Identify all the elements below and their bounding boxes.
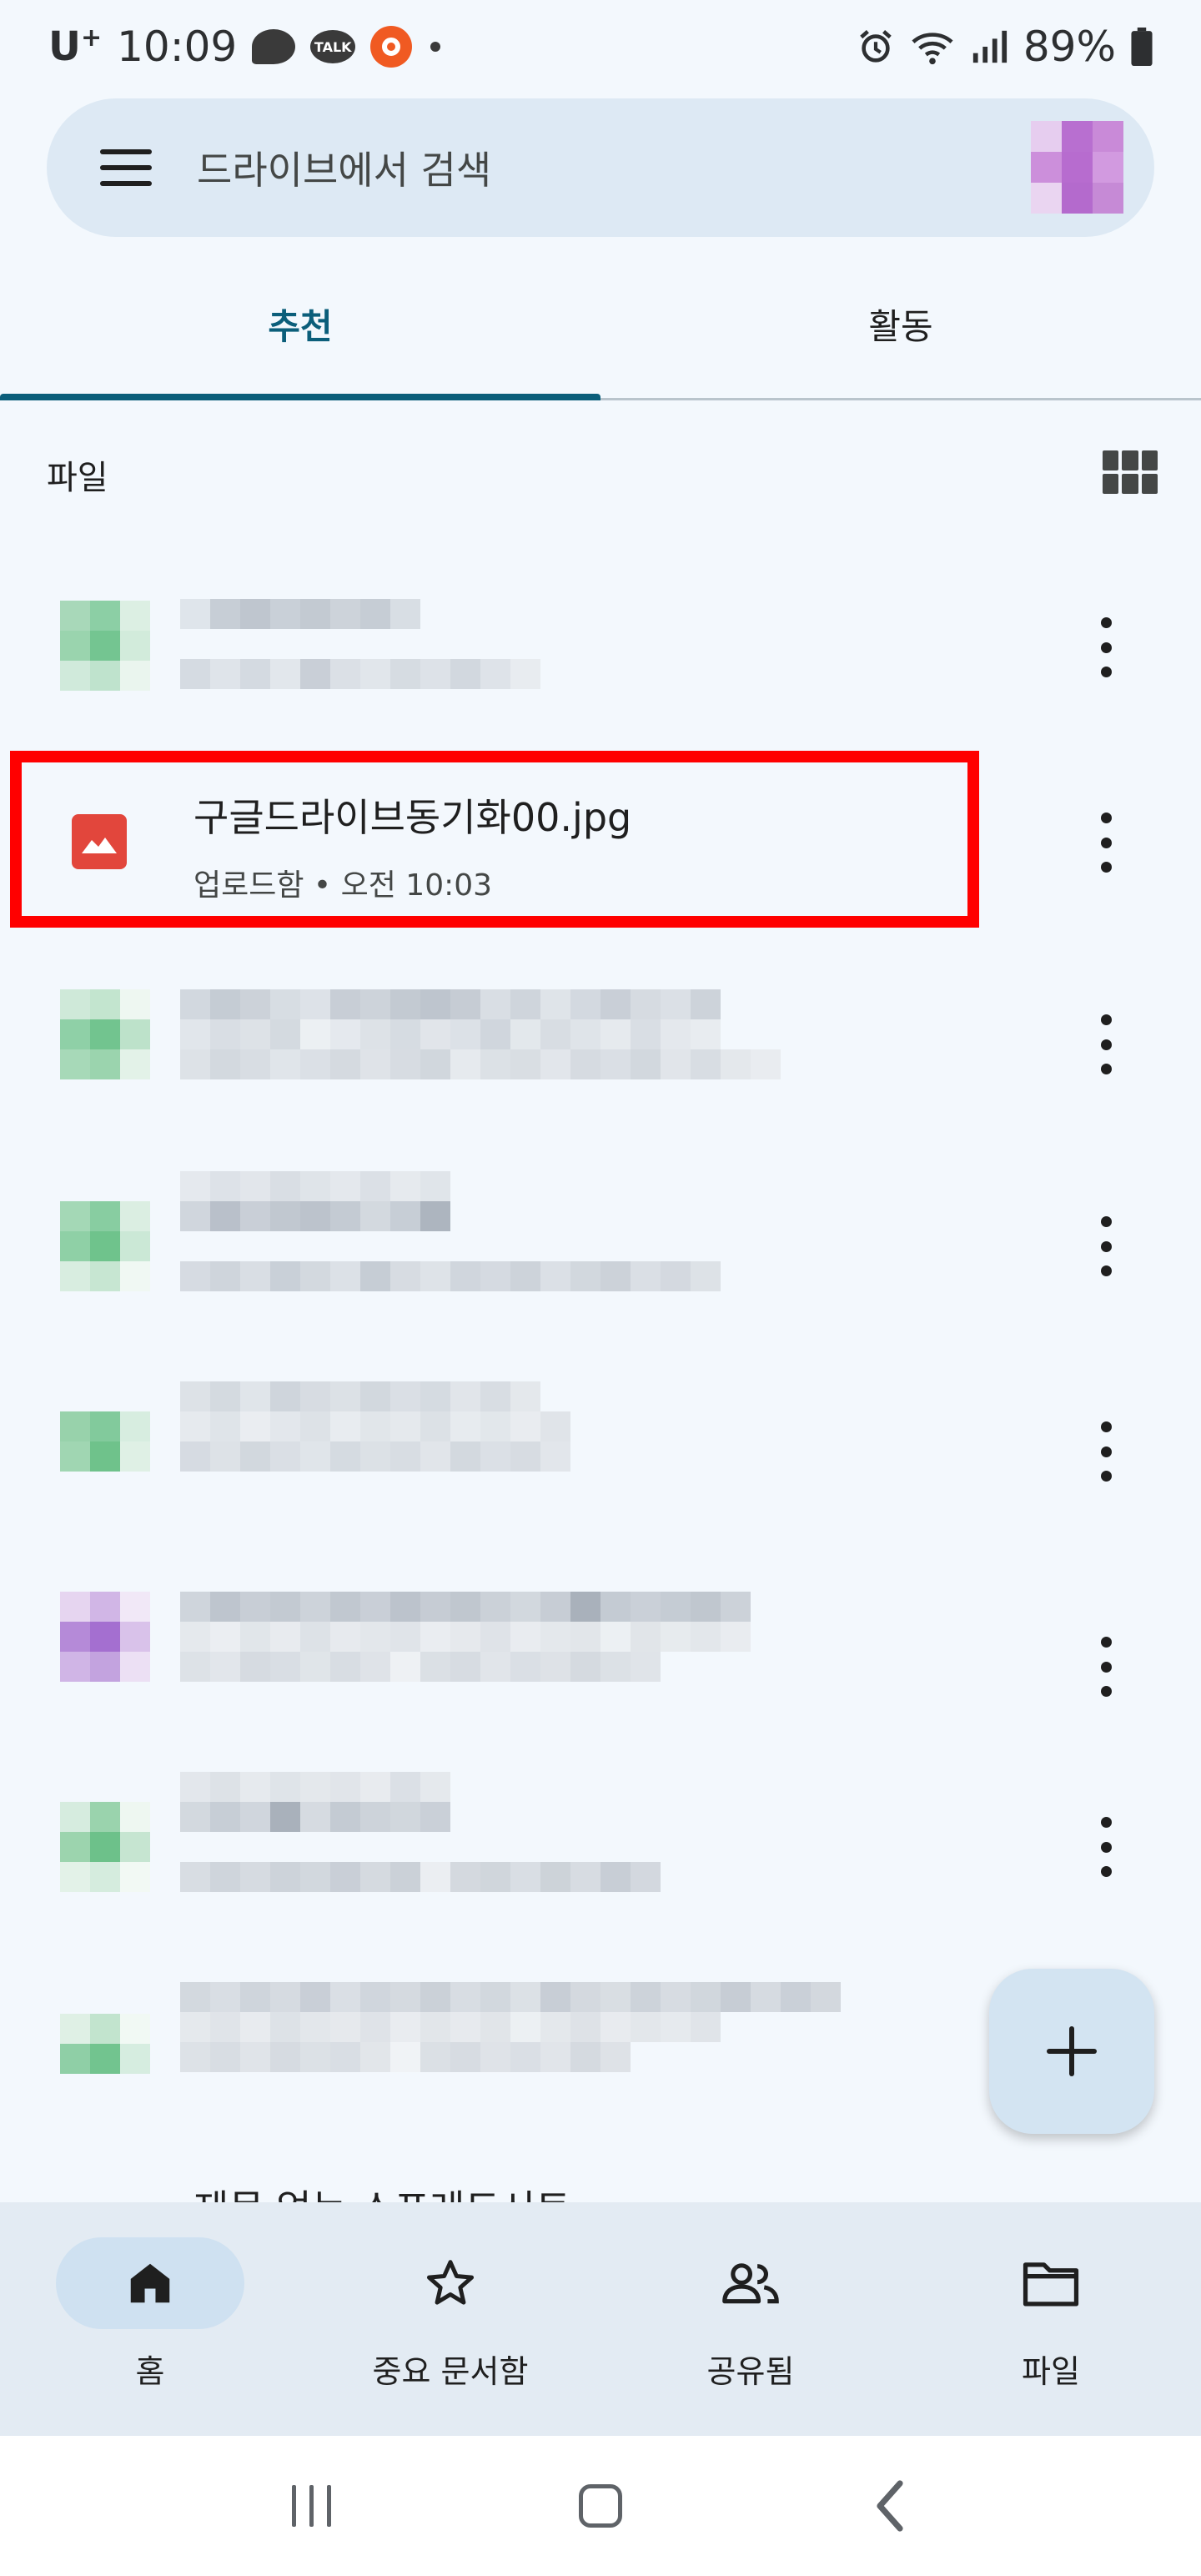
blurred-text xyxy=(180,1049,781,1079)
tab-suggested[interactable]: 추천 xyxy=(0,275,600,400)
orange-app-icon xyxy=(370,26,413,68)
nav-starred-pill xyxy=(356,2237,545,2329)
home-icon xyxy=(130,2263,170,2303)
nav-home[interactable]: 홈 xyxy=(0,2202,300,2436)
more-options-icon[interactable] xyxy=(1089,1637,1123,1697)
blurred-text xyxy=(180,659,540,689)
blurred-text xyxy=(180,1772,450,1802)
blurred-text xyxy=(180,1411,570,1441)
nav-starred-label: 중요 문서함 xyxy=(372,2353,529,2390)
status-bar: U+ 10:09 TALK 89% xyxy=(0,0,1201,93)
clock: 10:09 xyxy=(117,23,238,71)
blurred-text xyxy=(180,1802,450,1832)
bottom-nav: 홈 중요 문서함 공유됨 파일 xyxy=(0,2202,1201,2436)
nav-files-pill xyxy=(957,2237,1145,2329)
star-icon xyxy=(426,2260,475,2305)
status-right: 89% xyxy=(857,23,1153,71)
blurred-text xyxy=(180,1441,570,1472)
list-item[interactable] xyxy=(0,1143,1201,1326)
file-thumbnail xyxy=(60,1201,150,1291)
file-thumbnail xyxy=(60,1802,150,1892)
alarm-icon xyxy=(860,30,892,63)
avatar[interactable] xyxy=(1031,121,1124,214)
file-thumbnail xyxy=(60,601,150,691)
system-nav xyxy=(0,2436,1201,2576)
file-thumbnail xyxy=(60,2014,150,2104)
home-square-icon xyxy=(578,2484,622,2528)
people-icon xyxy=(722,2263,779,2304)
blurred-text xyxy=(180,1622,751,1652)
blurred-text xyxy=(180,599,420,629)
home-button[interactable] xyxy=(550,2468,651,2543)
list-item[interactable] xyxy=(0,943,1201,1126)
signal-icon xyxy=(972,30,1007,63)
plus-icon xyxy=(1047,2026,1097,2076)
nav-files-label: 파일 xyxy=(1022,2353,1080,2390)
list-item[interactable] xyxy=(0,551,1201,734)
notification-dot-icon xyxy=(427,42,444,52)
more-options-icon[interactable] xyxy=(1089,617,1123,677)
back-button[interactable] xyxy=(840,2468,940,2543)
nav-starred[interactable]: 중요 문서함 xyxy=(300,2202,600,2436)
blurred-text xyxy=(180,989,721,1019)
more-options-icon[interactable] xyxy=(1089,1421,1123,1482)
list-item[interactable] xyxy=(0,1552,1201,1735)
chat-bubble-icon xyxy=(252,29,296,64)
blurred-text xyxy=(180,1982,841,2012)
blurred-text xyxy=(180,2042,631,2072)
more-options-icon[interactable] xyxy=(1089,1216,1123,1276)
recents-button[interactable] xyxy=(261,2468,361,2543)
list-item[interactable] xyxy=(0,1351,1201,1535)
file-thumbnail xyxy=(60,1411,150,1502)
file-title: 구글드라이브동기화00.jpg xyxy=(193,795,632,840)
carrier-label: U+ xyxy=(48,23,102,70)
nav-home-pill xyxy=(56,2237,244,2329)
more-options-icon[interactable] xyxy=(1089,813,1123,873)
recents-icon xyxy=(291,2485,331,2527)
carrier-sup: + xyxy=(80,23,103,53)
blurred-text xyxy=(180,1201,450,1231)
blurred-text xyxy=(180,1171,450,1201)
grid-view-icon[interactable] xyxy=(1103,450,1158,494)
search-input[interactable]: 드라이브에서 검색 xyxy=(197,140,1031,195)
carrier-text: U xyxy=(48,23,81,70)
status-left: U+ 10:09 TALK xyxy=(48,23,444,71)
blurred-text xyxy=(180,1381,540,1411)
file-thumbnail xyxy=(60,989,150,1079)
new-item-button[interactable] xyxy=(989,1969,1154,2134)
blurred-text xyxy=(180,1019,721,1049)
image-file-icon xyxy=(72,814,127,869)
battery-icon xyxy=(1131,28,1153,66)
more-options-icon[interactable] xyxy=(1089,1817,1123,1877)
tab-activity[interactable]: 활동 xyxy=(600,275,1201,400)
blurred-text xyxy=(180,1862,661,1892)
blurred-text xyxy=(180,1652,661,1682)
folder-icon xyxy=(1023,2262,1079,2307)
list-item[interactable] xyxy=(0,1752,1201,1935)
blurred-text xyxy=(180,1592,751,1622)
nav-files[interactable]: 파일 xyxy=(901,2202,1201,2436)
section-label: 파일 xyxy=(47,459,108,497)
file-meta: 업로드함 • 오전 10:03 xyxy=(193,868,493,903)
nav-shared-label: 공유됨 xyxy=(706,2353,795,2390)
search-bar[interactable]: 드라이브에서 검색 xyxy=(47,98,1154,237)
file-thumbnail xyxy=(60,1592,150,1682)
nav-shared-pill xyxy=(656,2237,845,2329)
blurred-text xyxy=(180,2012,721,2042)
hamburger-menu-icon[interactable] xyxy=(100,149,152,186)
wifi-icon xyxy=(912,33,953,65)
nav-shared[interactable]: 공유됨 xyxy=(600,2202,901,2436)
blurred-text xyxy=(180,1261,721,1291)
tab-indicator xyxy=(0,394,600,400)
tab-bar: 추천 활동 xyxy=(0,275,1201,400)
battery-percent: 89% xyxy=(1023,23,1116,71)
nav-home-label: 홈 xyxy=(135,2353,165,2390)
back-chevron-icon xyxy=(877,2480,903,2532)
more-options-icon[interactable] xyxy=(1089,1014,1123,1074)
kakaotalk-icon: TALK xyxy=(310,30,356,63)
